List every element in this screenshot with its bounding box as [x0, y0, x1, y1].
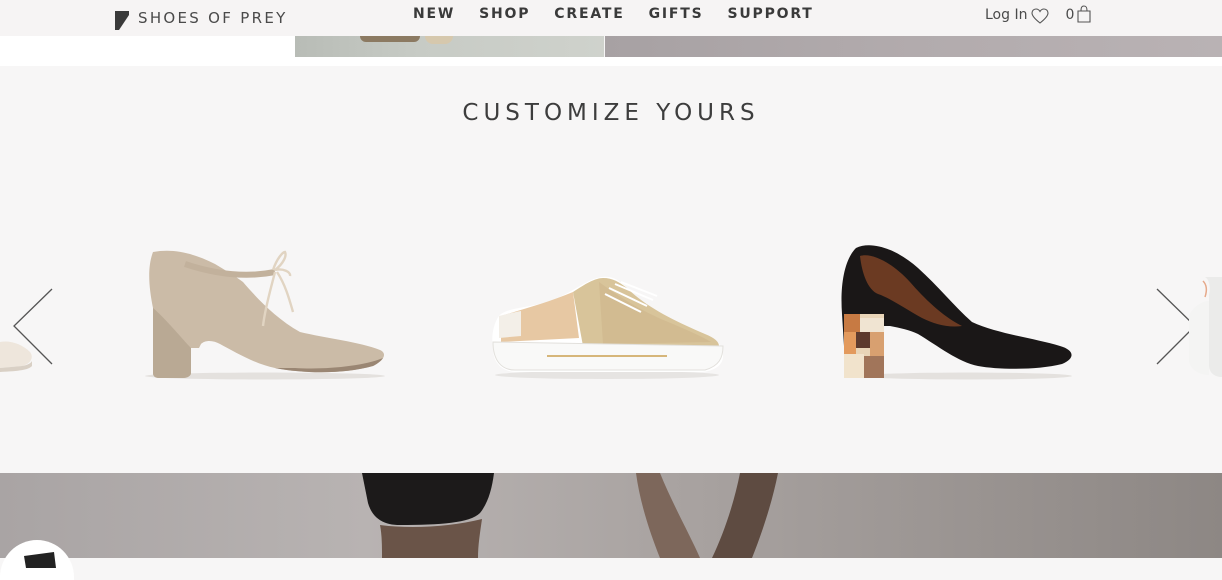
heart-icon[interactable] [1031, 8, 1050, 24]
chat-icon [24, 552, 56, 568]
nav-create[interactable]: CREATE [554, 6, 624, 22]
logo-mark-icon [115, 11, 129, 30]
nav-shop[interactable]: SHOP [479, 6, 530, 22]
product-metallic-sneaker[interactable] [487, 272, 727, 382]
brand-name: SHOES OF PREY [138, 8, 288, 27]
hero-image-left [295, 36, 604, 57]
shopping-bag-icon[interactable] [1077, 5, 1091, 23]
nav-support[interactable]: SUPPORT [727, 6, 813, 22]
product-peek-right[interactable] [1183, 275, 1222, 380]
carousel-prev-arrow-icon[interactable] [12, 288, 54, 366]
hero-image-right [605, 36, 1222, 58]
bottom-lifestyle-image [0, 473, 1222, 558]
account-area: Log In 0 [985, 5, 1091, 24]
login-link[interactable]: Log In [985, 7, 1027, 23]
product-black-pump-patterned-heel[interactable] [838, 242, 1078, 384]
nav-gifts[interactable]: GIFTS [649, 6, 704, 22]
hero-divider [295, 57, 1222, 66]
brand-logo[interactable]: SHOES OF PREY [115, 5, 288, 30]
hero-white-panel [0, 36, 295, 66]
cart-count: 0 [1065, 7, 1075, 23]
site-header: SHOES OF PREY NEW SHOP CREATE GIFTS SUPP… [0, 0, 1222, 36]
nav-new[interactable]: NEW [413, 6, 455, 22]
main-nav: NEW SHOP CREATE GIFTS SUPPORT [413, 6, 838, 22]
product-suede-ankle-tie-pump[interactable] [125, 248, 390, 383]
section-title: CUSTOMIZE YOURS [462, 100, 760, 126]
